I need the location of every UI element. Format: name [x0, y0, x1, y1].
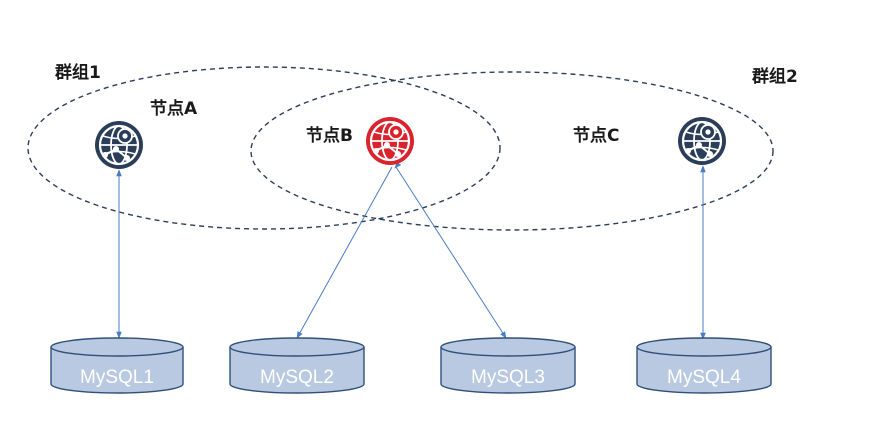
- mysql-2-label: MySQL2: [260, 367, 334, 388]
- node-a-globe-icon: [93, 119, 145, 171]
- node-b-label: 节点B: [306, 125, 353, 146]
- node-c-globe-icon: [676, 115, 728, 167]
- connection-node-b-mysql2: [296, 166, 393, 339]
- group-2-label: 群组2: [752, 66, 798, 87]
- mysql-4-cylinder: MySQL4: [636, 337, 772, 394]
- mysql-2-cylinder: MySQL2: [229, 337, 365, 394]
- mysql-1-cylinder: MySQL1: [50, 337, 184, 394]
- cluster-diagram: 群组1 群组2 节点A 节点B 节点C MySQL1 MySQL2 MySQL3…: [27, 62, 798, 394]
- node-b-globe-icon: [364, 115, 416, 167]
- mysql-3-cylinder: MySQL3: [440, 337, 576, 394]
- group-1-label: 群组1: [55, 62, 101, 83]
- node-c-label: 节点C: [573, 125, 619, 146]
- mysql-4-label: MySQL4: [667, 367, 741, 388]
- mysql-3-label: MySQL3: [471, 367, 545, 388]
- connection-node-b-mysql3: [395, 166, 507, 339]
- mysql-1-label: MySQL1: [80, 367, 154, 388]
- node-a-label: 节点A: [150, 98, 198, 119]
